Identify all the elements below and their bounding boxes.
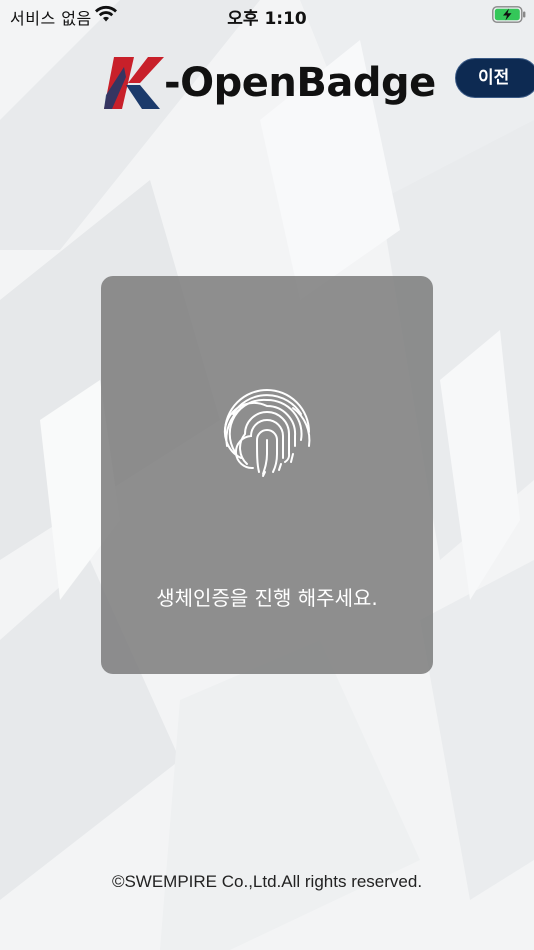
- logo-text: -OpenBadge: [164, 60, 436, 106]
- biometric-auth-panel: 생체인증을 진행 해주세요.: [101, 276, 433, 674]
- status-bar: 서비스 없음 오후 1:10: [0, 0, 534, 30]
- battery-charging-icon: [492, 6, 526, 23]
- logo-k-mark: [104, 57, 164, 109]
- app-logo: -OpenBadge: [104, 55, 436, 111]
- biometric-instruction: 생체인증을 진행 해주세요.: [156, 586, 378, 610]
- back-button[interactable]: 이전: [455, 58, 534, 98]
- copyright-footer: ©SWEMPIRE Co.,Ltd.All rights reserved.: [111, 872, 423, 891]
- fingerprint-icon[interactable]: [219, 384, 315, 480]
- clock-time: 오후 1:10: [227, 9, 307, 29]
